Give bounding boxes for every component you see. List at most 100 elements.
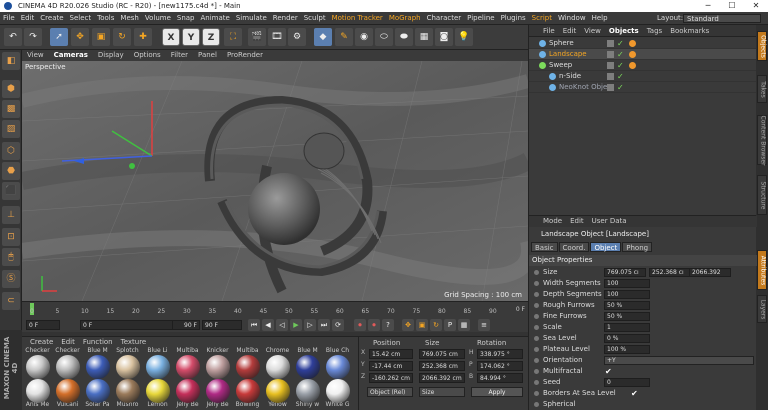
key-pla-icon[interactable]: ▦ <box>458 319 470 331</box>
enabled-checkmark-icon[interactable]: ✓ <box>617 82 624 93</box>
borders-checkbox[interactable]: ✔ <box>631 388 638 399</box>
object-menu-edit[interactable]: Edit <box>559 25 581 37</box>
size-v2-field[interactable]: 252.368 cı <box>649 268 691 277</box>
coordinate-mode-select[interactable]: Object (Rel) <box>367 387 413 397</box>
render-view-icon[interactable]: 🎬 <box>248 28 266 46</box>
material-swatch[interactable] <box>26 379 50 403</box>
object-row-neoknot-object[interactable]: NeoKnot Object ✓ <box>529 82 757 93</box>
timeline-menu-icon[interactable]: ≡ <box>478 319 490 331</box>
end-frame-field-2[interactable]: 90 F <box>202 320 242 330</box>
generator-icon[interactable]: ⬭ <box>375 28 393 46</box>
x-axis-button[interactable]: X <box>162 28 180 46</box>
visibility-toggle[interactable] <box>607 62 614 69</box>
rotation-h-field[interactable]: 338.975 ° <box>477 349 523 359</box>
layout-select[interactable]: Standard <box>683 14 761 23</box>
animation-dot[interactable] <box>534 358 539 363</box>
size-v1-field[interactable]: 769.075 cı <box>604 268 646 277</box>
object-row-sweep[interactable]: Sweep ✓ <box>529 60 757 71</box>
menu-script[interactable]: Script <box>529 12 555 25</box>
animation-dot[interactable] <box>534 281 539 286</box>
material-swatch[interactable] <box>86 379 110 403</box>
menu-sculpt[interactable]: Sculpt <box>301 12 329 25</box>
solo-icon[interactable]: Ⓢ <box>2 270 20 288</box>
material-swatch[interactable] <box>206 379 230 403</box>
redo-icon[interactable]: ↷ <box>24 28 42 46</box>
animation-dot[interactable] <box>534 369 539 374</box>
loop-icon[interactable]: ⟳ <box>332 319 344 331</box>
prev-frame-icon[interactable]: ◁ <box>276 319 288 331</box>
viewport-menu-prorender[interactable]: ProRender <box>222 50 268 61</box>
menu-window[interactable]: Window <box>555 12 589 25</box>
enabled-checkmark-icon[interactable]: ✓ <box>617 71 624 82</box>
rotation-b-field[interactable]: 84.994 ° <box>477 373 523 383</box>
attr-field-depth-segments[interactable]: 100 <box>604 290 650 299</box>
side-tab-layers[interactable]: Layers <box>757 295 767 323</box>
undo-icon[interactable]: ↶ <box>4 28 22 46</box>
axis-mode-icon[interactable]: ⊥ <box>2 206 20 224</box>
material-swatch[interactable] <box>326 379 350 403</box>
goto-end-icon[interactable]: ⏭ <box>318 319 330 331</box>
timeline-ruler[interactable]: 0 F 0 5 10 15 20 25 30 35 40 45 50 55 60 65 70 75 80 85 90 <box>22 301 528 318</box>
size-mode-select[interactable]: Size <box>419 387 465 397</box>
orientation-select[interactable]: +Y <box>604 356 754 365</box>
material-swatch[interactable] <box>146 379 170 403</box>
enabled-checkmark-icon[interactable]: ✓ <box>617 38 624 49</box>
render-settings-icon[interactable]: ⚙ <box>288 28 306 46</box>
object-menu-tags[interactable]: Tags <box>643 25 667 37</box>
animation-dot[interactable] <box>534 402 539 407</box>
viewport-menu-panel[interactable]: Panel <box>193 50 222 61</box>
key-position-icon[interactable]: ✥ <box>402 319 414 331</box>
scene-icon[interactable]: ▦ <box>415 28 433 46</box>
play-icon[interactable]: ▶ <box>290 319 302 331</box>
edges-mode-icon[interactable]: ⬣ <box>2 162 20 180</box>
material-swatch[interactable] <box>266 379 290 403</box>
maximize-button[interactable]: ☐ <box>720 0 744 12</box>
light-icon[interactable]: 💡 <box>455 28 473 46</box>
coordinate-system-icon[interactable]: ⛶ <box>224 28 242 46</box>
material-swatch[interactable] <box>116 355 140 379</box>
autokey-icon[interactable]: ⏺ <box>368 319 380 331</box>
object-menu-file[interactable]: File <box>539 25 559 37</box>
viewport-menu-filter[interactable]: Filter <box>166 50 193 61</box>
material-swatch[interactable] <box>236 355 260 379</box>
material-swatch[interactable] <box>116 379 140 403</box>
material-menu-create[interactable]: Create <box>26 337 57 347</box>
material-swatch[interactable] <box>86 355 110 379</box>
workplane-mode-icon[interactable]: ▨ <box>2 120 20 138</box>
viewport-menu-display[interactable]: Display <box>93 50 129 61</box>
object-row-sphere[interactable]: Sphere ✓ <box>529 38 757 49</box>
attribute-menu-mode[interactable]: Mode <box>539 216 566 227</box>
apply-button[interactable]: Apply <box>471 387 523 397</box>
material-tag-icon[interactable] <box>629 51 636 58</box>
size-y-field[interactable]: 252.368 cm <box>419 361 465 371</box>
seed-field[interactable]: 0 <box>604 378 650 387</box>
object-row-landscape[interactable]: Landscape ✓ <box>529 49 757 60</box>
multifractal-checkbox[interactable]: ✔ <box>605 366 612 377</box>
magnet-icon[interactable]: ⊂ <box>2 292 20 310</box>
add-icon[interactable]: ✚ <box>134 28 152 46</box>
size-x-field[interactable]: 769.075 cm <box>419 349 465 359</box>
enabled-checkmark-icon[interactable]: ✓ <box>617 60 624 71</box>
menu-render[interactable]: Render <box>270 12 301 25</box>
menu-mesh[interactable]: Mesh <box>117 12 141 25</box>
material-swatch[interactable] <box>206 355 230 379</box>
camera-icon[interactable]: ◙ <box>435 28 453 46</box>
material-swatch[interactable] <box>56 355 80 379</box>
object-menu-objects[interactable]: Objects <box>605 25 643 37</box>
animation-dot[interactable] <box>534 325 539 330</box>
menu-edit[interactable]: Edit <box>18 12 38 25</box>
menu-tools[interactable]: Tools <box>94 12 117 25</box>
material-tag-icon[interactable] <box>629 62 636 69</box>
material-swatch[interactable] <box>296 355 320 379</box>
snap-icon[interactable]: 🖱 <box>2 248 20 266</box>
menu-plugins[interactable]: Plugins <box>498 12 529 25</box>
material-menu-edit[interactable]: Edit <box>57 337 79 347</box>
material-swatch[interactable] <box>56 379 80 403</box>
attribute-tab-phong[interactable]: Phong <box>622 242 653 252</box>
size-v3-field[interactable]: 2066.392 <box>689 268 731 277</box>
menu-mograph[interactable]: MoGraph <box>386 12 424 25</box>
side-tab-objects[interactable]: Objects <box>757 31 767 61</box>
material-swatch[interactable] <box>236 379 260 403</box>
object-row-n-side[interactable]: n-Side ✓ <box>529 71 757 82</box>
visibility-toggle[interactable] <box>607 40 614 47</box>
